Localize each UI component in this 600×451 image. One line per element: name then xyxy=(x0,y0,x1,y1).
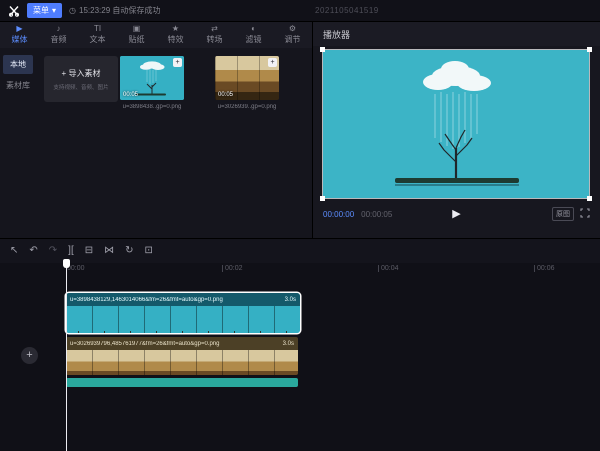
import-media-hint: 支持视频、音频、图片 xyxy=(53,82,108,90)
timeline-clip-tree[interactable]: u=3898438129,1463014066&fm=26&fmt=auto&g… xyxy=(66,293,300,333)
project-id-text: 2021105041519 xyxy=(315,6,379,15)
selection-handle[interactable] xyxy=(587,196,592,201)
playhead-line[interactable] xyxy=(66,261,67,451)
mirror-flip-icon[interactable]: ⋈ xyxy=(104,246,114,256)
sidebar-item-library[interactable]: 素材库 xyxy=(3,76,33,95)
tab-effects[interactable]: ★ 特效 xyxy=(156,22,195,48)
autosave-text: 15:23:29 自动保存成功 xyxy=(79,5,160,16)
timeline-ruler[interactable]: 00:00 00:02 00:04 00:06 xyxy=(0,263,600,276)
tab-effects-label: 特效 xyxy=(168,34,184,45)
adjust-icon: ⚙ xyxy=(289,25,296,33)
crop-icon[interactable]: ⊡ xyxy=(145,246,153,256)
clip-filename: u=3898438129,1463014066&fm=26&fmt=auto&g… xyxy=(70,297,280,303)
add-to-track-icon[interactable]: + xyxy=(173,58,182,67)
ruler-label: 00:04 xyxy=(378,265,399,272)
tab-stickers[interactable]: ▣ 贴纸 xyxy=(117,22,156,48)
selection-handle[interactable] xyxy=(587,47,592,52)
delete-icon[interactable]: ⊟ xyxy=(85,246,93,256)
timeline-toolbar: ↖ ↶ ↷ ][ ⊟ ⋈ ↻ ⊡ xyxy=(0,239,600,263)
timeline-panel: ↖ ↶ ↷ ][ ⊟ ⋈ ↻ ⊡ 00:00 00:02 00:04 00:06… xyxy=(0,238,600,450)
clip-color-strip[interactable] xyxy=(66,378,298,387)
media-item-name: u=3026939..gp=0.png xyxy=(211,104,283,110)
media-item-landscape[interactable]: 00:05 + xyxy=(215,56,279,100)
transition-icon: ⇄ xyxy=(211,25,218,33)
tab-adjust-label: 调节 xyxy=(285,34,301,45)
filter-icon: ◐ xyxy=(251,25,256,33)
sticker-icon: ▣ xyxy=(133,25,141,33)
preview-frame-image xyxy=(323,50,589,198)
player-controls: 00:00:00 00:00:05 ▶ 原图 xyxy=(323,205,590,223)
redo-icon[interactable]: ↷ xyxy=(49,246,57,256)
playhead-handle[interactable] xyxy=(63,259,70,268)
tab-audio[interactable]: ♪ 音频 xyxy=(39,22,78,48)
effects-icon: ★ xyxy=(172,25,179,33)
import-media-label: + 导入素材 xyxy=(62,68,101,79)
player-header: 播放器 xyxy=(313,22,600,46)
tab-media-label: 媒体 xyxy=(12,34,28,45)
tab-adjust[interactable]: ⚙ 调节 xyxy=(273,22,312,48)
media-item-name: u=3898438..gp=0.png xyxy=(116,104,188,110)
tab-audio-label: 音频 xyxy=(51,34,67,45)
current-time: 00:00:00 xyxy=(323,210,354,219)
sidebar-item-local[interactable]: 本地 xyxy=(3,55,33,74)
autosave-status: ◷ 15:23:29 自动保存成功 xyxy=(69,5,160,16)
rotate-icon[interactable]: ↻ xyxy=(125,246,133,256)
fullscreen-icon[interactable] xyxy=(580,208,590,220)
text-icon: TI xyxy=(94,25,101,33)
tab-filters[interactable]: ◐ 滤镜 xyxy=(234,22,273,48)
selection-handle[interactable] xyxy=(320,47,325,52)
media-library-panel: + 导入素材 支持视频、音频、图片 00:05 + u=3898438..gp=… xyxy=(36,48,312,238)
tab-transitions-label: 转场 xyxy=(207,34,223,45)
timeline-clip-landscape[interactable]: u=3026939796,485761977&fm=26&fmt=auto&gp… xyxy=(66,337,298,375)
add-track-button[interactable]: + xyxy=(21,347,38,364)
menu-button-label: 菜单 xyxy=(33,5,49,16)
split-icon[interactable]: ][ xyxy=(68,246,74,256)
media-item-tree[interactable]: 00:05 + xyxy=(120,56,184,100)
chevron-down-icon: ▾ xyxy=(52,6,56,15)
player-panel: 播放器 00:00:00 00:00:05 ▶ xyxy=(312,22,600,238)
tab-filters-label: 滤镜 xyxy=(246,34,262,45)
import-media-button[interactable]: + 导入素材 支持视频、音频、图片 xyxy=(44,56,118,102)
plus-icon: + xyxy=(62,69,67,78)
original-quality-button[interactable]: 原图 xyxy=(552,207,574,221)
clock-icon: ◷ xyxy=(69,6,76,15)
tab-stickers-label: 贴纸 xyxy=(129,34,145,45)
app-logo-icon xyxy=(8,5,20,17)
asset-tab-bar: ▶ 媒体 ♪ 音频 TI 文本 ▣ 贴纸 ★ 特效 ⇄ 转场 ◐ 滤镜 ⚙ 调节 xyxy=(0,22,312,48)
media-duration-badge: 00:05 xyxy=(123,92,138,98)
clip-filmstrip xyxy=(66,350,298,375)
selection-handle[interactable] xyxy=(320,196,325,201)
sidebar-item-local-label: 本地 xyxy=(10,60,26,69)
clip-filmstrip xyxy=(66,306,300,333)
clip-duration: 3.0s xyxy=(283,341,294,347)
ruler-label: 00:02 xyxy=(222,265,243,272)
media-duration-badge: 00:05 xyxy=(218,92,233,98)
add-to-track-icon[interactable]: + xyxy=(268,58,277,67)
audio-icon: ♪ xyxy=(57,25,61,33)
tab-text-label: 文本 xyxy=(90,34,106,45)
player-title: 播放器 xyxy=(323,28,350,41)
menu-button[interactable]: 菜单 ▾ xyxy=(27,3,62,18)
ruler-label: 00:06 xyxy=(534,265,555,272)
clip-duration: 3.0s xyxy=(285,297,296,303)
media-icon: ▶ xyxy=(16,25,22,33)
media-sidebar: 本地 素材库 xyxy=(0,48,36,238)
play-button[interactable]: ▶ xyxy=(452,209,460,220)
tab-media[interactable]: ▶ 媒体 xyxy=(0,22,39,48)
clip-label-strip: u=3026939796,485761977&fm=26&fmt=auto&gp… xyxy=(66,337,298,350)
video-preview[interactable] xyxy=(323,50,589,198)
tab-text[interactable]: TI 文本 xyxy=(78,22,117,48)
undo-icon[interactable]: ↶ xyxy=(29,246,37,256)
select-tool-icon[interactable]: ↖ xyxy=(10,246,18,256)
clip-filename: u=3026939796,485761977&fm=26&fmt=auto&gp… xyxy=(70,341,278,347)
top-bar: 菜单 ▾ ◷ 15:23:29 自动保存成功 2021105041519 xyxy=(0,0,600,22)
sidebar-item-library-label: 素材库 xyxy=(6,81,30,90)
total-time: 00:00:05 xyxy=(361,210,392,219)
tab-transitions[interactable]: ⇄ 转场 xyxy=(195,22,234,48)
clip-label-strip: u=3898438129,1463014066&fm=26&fmt=auto&g… xyxy=(66,293,300,306)
